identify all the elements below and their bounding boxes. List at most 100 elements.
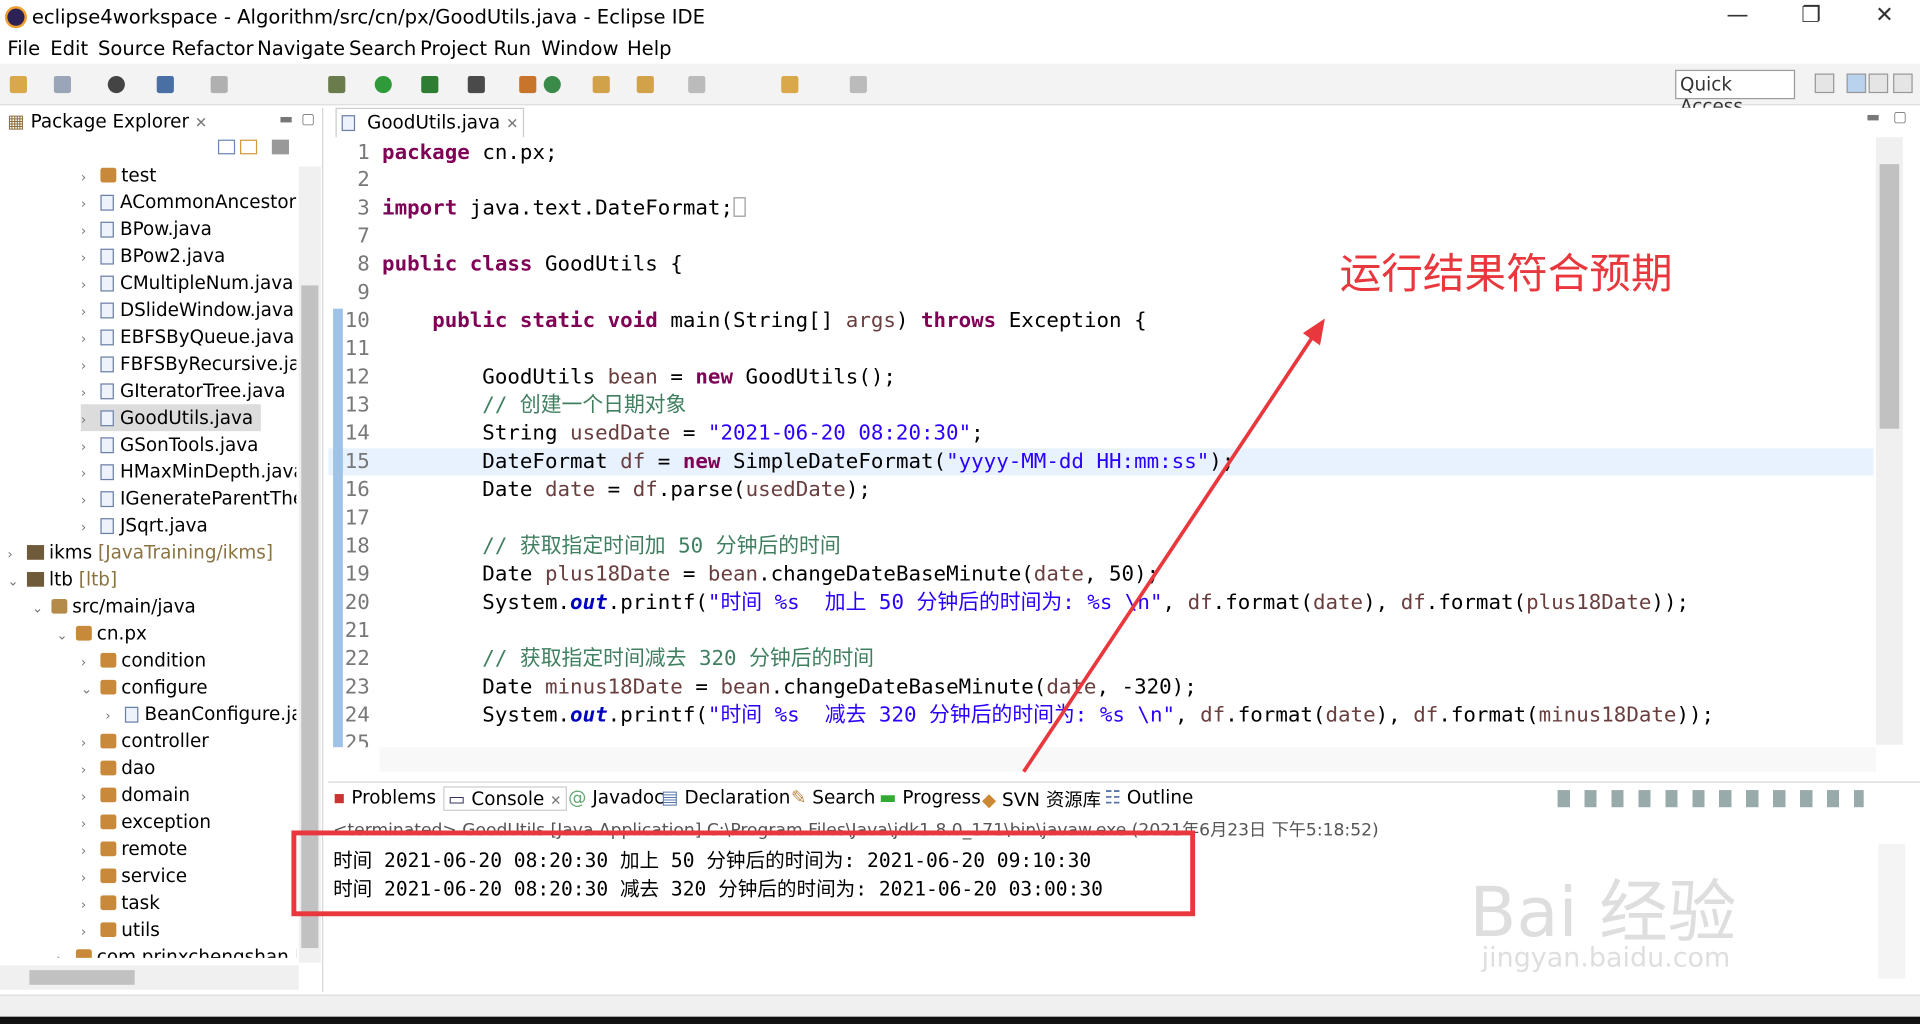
tab-svn-repository[interactable]: ◆ SVN 资源库	[982, 786, 1101, 812]
tree-item-com-prinxchengshan[interactable]: ›com.prinxchengshan.lt	[56, 943, 296, 958]
debug-icon[interactable]	[328, 75, 346, 94]
back-icon[interactable]	[781, 75, 799, 94]
quick-access-field[interactable]: Quick Access	[1675, 69, 1796, 118]
tree-item-condition[interactable]: › condition	[81, 647, 206, 674]
progress-icon: ▬	[879, 786, 897, 809]
tab-declaration[interactable]: ▤ Declaration	[661, 786, 790, 808]
close-icon[interactable]: ✕	[195, 114, 207, 131]
new-icon[interactable]	[9, 75, 27, 94]
package-explorer-title: Package Explorer	[30, 110, 190, 133]
main-toolbar	[0, 63, 1920, 106]
tree-item-ikms[interactable]: › ikms [JavaTraining/ikms]	[7, 539, 273, 566]
code-line: 11	[344, 336, 370, 362]
tree-item-cn-px[interactable]: ⌄ cn.px	[56, 620, 147, 647]
tree-item-jsqrt[interactable]: › JSqrt.java	[81, 512, 208, 539]
title-bar: eclipse4workspace - Algorithm/src/cn/px/…	[0, 0, 1920, 35]
tab-javadoc[interactable]: @ Javadoc	[568, 786, 664, 808]
menu-search[interactable]: Search	[349, 37, 416, 60]
tab-console[interactable]: ▭ Console ✕	[443, 786, 567, 811]
tree-item-src-main-java[interactable]: ⌄ src/main/java	[32, 593, 196, 620]
tree-item-bpow2[interactable]: › BPow2.java	[81, 243, 225, 270]
save-icon[interactable]	[53, 75, 72, 94]
svn-perspective-icon[interactable]	[1893, 73, 1913, 94]
console-vertical-scrollbar[interactable]	[1878, 843, 1906, 979]
menu-edit[interactable]: Edit	[50, 37, 88, 60]
annotation-nav-icon[interactable]	[688, 75, 706, 94]
tree-item-igenerateparent[interactable]: › IGenerateParentThe	[81, 485, 297, 512]
maximize-view-icon[interactable]: ▢	[301, 110, 315, 127]
java-perspective-icon[interactable]	[1846, 73, 1867, 94]
tree-item-ebfsbyqueue[interactable]: › EBFSByQueue.java	[81, 323, 294, 350]
tree-item-hmaxmindepth[interactable]: › HMaxMinDepth.java	[81, 458, 297, 485]
tree-item-task[interactable]: › task	[81, 889, 160, 916]
menu-file[interactable]: File	[7, 37, 40, 60]
tree-item-goodutils[interactable]: › GoodUtils.java	[80, 404, 261, 432]
editor-scroll-thumb[interactable]	[1879, 164, 1900, 429]
tab-search[interactable]: ✎ Search	[791, 786, 875, 808]
tab-problems[interactable]: ▪ Problems	[333, 786, 436, 808]
tab-outline[interactable]: ☷ Outline	[1104, 786, 1193, 808]
menu-project[interactable]: Project	[420, 37, 487, 60]
edit-icon[interactable]	[210, 75, 228, 94]
tree-item-bpow[interactable]: › BPow.java	[81, 216, 212, 243]
tree-item-test[interactable]: › test	[81, 162, 157, 189]
debug-profile-icon[interactable]	[107, 75, 125, 94]
open-perspective-icon[interactable]	[1814, 73, 1835, 94]
tree-item-exception[interactable]: › exception	[81, 808, 211, 835]
view-menu-icon[interactable]	[271, 139, 289, 155]
tree-item-utils[interactable]: › utils	[81, 916, 160, 943]
tab-progress[interactable]: ▬ Progress	[879, 786, 981, 808]
editor-horizontal-scrollbar[interactable]	[379, 747, 1876, 772]
open-type-icon[interactable]	[592, 75, 610, 94]
javadoc-icon: @	[568, 786, 587, 809]
tree-item-cmultiplenum[interactable]: › CMultipleNum.java	[81, 269, 294, 296]
tree-item-beanconfigure[interactable]: ›BeanConfigure.jav	[105, 701, 296, 728]
new-package-icon[interactable]	[519, 75, 537, 94]
forward-icon[interactable]	[849, 75, 867, 94]
search-icon[interactable]	[636, 75, 654, 94]
tree-item-domain[interactable]: › domain	[81, 781, 190, 808]
maximize-button[interactable]: ❐	[1783, 2, 1839, 31]
tree-item-dslidewindow[interactable]: › DSlideWindow.java	[81, 296, 294, 323]
code-line: 23 Date minus18Date = bean.changeDateBas…	[344, 674, 1197, 700]
maximize-editor-icon[interactable]: ▢	[1893, 108, 1907, 125]
tree-item-ltb[interactable]: ⌄ ltb [ltb]	[7, 566, 117, 593]
close-button[interactable]: ✕	[1856, 2, 1912, 31]
tree-item-fbfsbyrecursive[interactable]: › FBFSByRecursive.jav	[81, 350, 297, 377]
run-icon[interactable]	[374, 75, 392, 94]
menu-run[interactable]: Run	[493, 37, 531, 60]
editor-tab-label: GoodUtils.java	[367, 111, 501, 134]
menu-help[interactable]: Help	[627, 37, 672, 60]
menu-refactor[interactable]: Refactor	[171, 37, 253, 60]
minimize-view-icon[interactable]: ▬	[279, 110, 293, 127]
tree-item-service[interactable]: › service	[81, 862, 187, 889]
minimize-button[interactable]: —	[1709, 2, 1765, 31]
menu-source[interactable]: Source	[98, 37, 165, 60]
code-line: 19 Date plus18Date = bean.changeDateBase…	[344, 562, 1160, 587]
tree-item-gsontools[interactable]: › GSonTools.java	[81, 431, 259, 458]
link-with-editor-icon[interactable]	[240, 139, 258, 155]
tree-item-giteratortree[interactable]: › GIteratorTree.java	[81, 377, 286, 404]
external-tools-icon[interactable]	[467, 75, 485, 94]
debug-perspective-icon[interactable]	[1868, 73, 1889, 94]
menu-window[interactable]: Window	[541, 37, 618, 60]
minimize-editor-icon[interactable]: ▬	[1866, 108, 1880, 125]
java-file-icon	[341, 115, 356, 132]
close-icon[interactable]: ✕	[506, 115, 518, 132]
toggle-breakpoint-icon[interactable]	[156, 75, 174, 94]
console-toolbar-icons[interactable]	[1557, 790, 1864, 808]
collapse-all-icon[interactable]	[217, 139, 236, 155]
coverage-icon[interactable]	[421, 75, 439, 94]
editor-tab-goodutils[interactable]: GoodUtils.java ✕	[335, 107, 525, 138]
tree-item-controller[interactable]: › controller	[81, 728, 209, 755]
tree-item-remote[interactable]: › remote	[81, 835, 187, 862]
tree-item-dao[interactable]: › dao	[81, 755, 156, 782]
new-class-icon[interactable]	[543, 75, 561, 94]
code-area[interactable]: 1 package cn.px; 2 3 import java.text.Date…	[328, 140, 1874, 747]
menu-navigate[interactable]: Navigate	[257, 37, 345, 60]
close-icon[interactable]: ✕	[550, 793, 561, 809]
tree-hscroll-thumb[interactable]	[29, 970, 135, 985]
package-explorer-tab[interactable]: ▦ Package Explorer ✕	[2, 107, 213, 138]
tree-item-configure[interactable]: ⌄ configure	[81, 674, 208, 701]
tree-item-acommonancestor[interactable]: › ACommonAncestor.	[81, 189, 297, 216]
